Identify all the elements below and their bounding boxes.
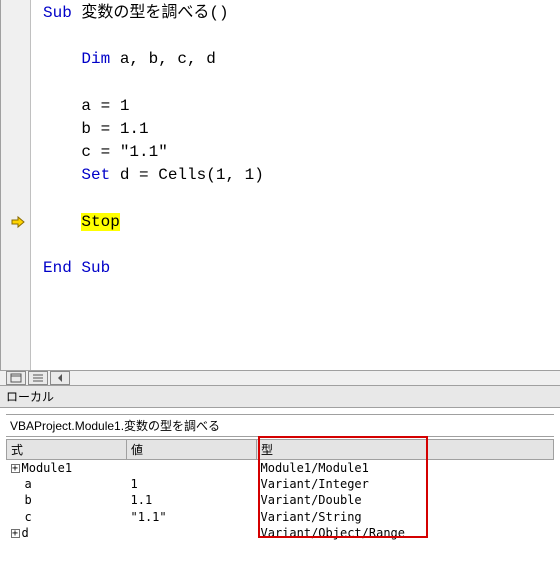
locals-cell-value: "1.1" bbox=[127, 509, 257, 525]
code-gutter bbox=[1, 0, 31, 370]
locals-row[interactable]: +Module1 Module1/Module1 bbox=[7, 460, 554, 477]
code-line[interactable]: End Sub bbox=[43, 257, 548, 280]
locals-cell-type: Variant/Double bbox=[257, 492, 554, 508]
expand-icon[interactable]: + bbox=[11, 464, 20, 473]
locals-cell-value: 1.1 bbox=[127, 492, 257, 508]
code-line[interactable] bbox=[43, 72, 548, 95]
locals-row[interactable]: +d Variant/Object/Range bbox=[7, 525, 554, 541]
code-line[interactable]: a = 1 bbox=[43, 95, 548, 118]
code-line[interactable]: b = 1.1 bbox=[43, 118, 548, 141]
locals-col-type[interactable]: 型 bbox=[257, 440, 554, 460]
locals-col-expression[interactable]: 式 bbox=[7, 440, 127, 460]
stop-statement: Stop bbox=[81, 213, 119, 231]
code-editor-pane[interactable]: Sub 変数の型を調べる() Dim a, b, c, d a = 1 b = … bbox=[0, 0, 560, 370]
locals-row[interactable]: a1Variant/Integer bbox=[7, 476, 554, 492]
locals-col-value[interactable]: 値 bbox=[127, 440, 257, 460]
scroll-left-button[interactable] bbox=[50, 371, 70, 385]
locals-cell-value: 1 bbox=[127, 476, 257, 492]
locals-row[interactable]: b1.1Variant/Double bbox=[7, 492, 554, 508]
locals-window: ローカル VBAProject.Module1.変数の型を調べる 式 値 型 +… bbox=[0, 386, 560, 580]
execution-pointer-icon bbox=[11, 215, 25, 229]
locals-cell-type: Variant/Object/Range bbox=[257, 525, 554, 541]
view-procedure-button[interactable] bbox=[28, 371, 48, 385]
locals-cell-expression: +Module1 bbox=[7, 460, 127, 477]
locals-cell-expression: c bbox=[7, 509, 127, 525]
locals-title: ローカル bbox=[0, 386, 560, 408]
locals-cell-type: Variant/Integer bbox=[257, 476, 554, 492]
code-line[interactable] bbox=[43, 188, 548, 211]
locals-table[interactable]: 式 値 型 +Module1Module1/Module1a1Variant/I… bbox=[6, 439, 554, 541]
code-line[interactable]: Sub 変数の型を調べる() bbox=[43, 2, 548, 25]
code-line[interactable] bbox=[43, 234, 548, 257]
locals-cell-type: Variant/String bbox=[257, 509, 554, 525]
code-line[interactable]: Set d = Cells(1, 1) bbox=[43, 164, 548, 187]
code-line[interactable]: Dim a, b, c, d bbox=[43, 48, 548, 71]
code-content[interactable]: Sub 変数の型を調べる() Dim a, b, c, d a = 1 b = … bbox=[31, 0, 560, 282]
locals-context: VBAProject.Module1.変数の型を調べる bbox=[6, 414, 554, 437]
code-line[interactable] bbox=[43, 25, 548, 48]
locals-cell-expression: a bbox=[7, 476, 127, 492]
locals-cell-expression: +d bbox=[7, 525, 127, 541]
editor-splitter[interactable] bbox=[0, 370, 560, 386]
view-full-module-button[interactable] bbox=[6, 371, 26, 385]
expand-icon[interactable]: + bbox=[11, 529, 20, 538]
locals-row[interactable]: c"1.1"Variant/String bbox=[7, 509, 554, 525]
locals-cell-expression: b bbox=[7, 492, 127, 508]
locals-cell-type: Module1/Module1 bbox=[257, 460, 554, 477]
code-line[interactable]: Stop bbox=[43, 211, 548, 234]
locals-cell-value bbox=[127, 525, 257, 541]
code-line[interactable]: c = "1.1" bbox=[43, 141, 548, 164]
locals-cell-value bbox=[127, 460, 257, 477]
